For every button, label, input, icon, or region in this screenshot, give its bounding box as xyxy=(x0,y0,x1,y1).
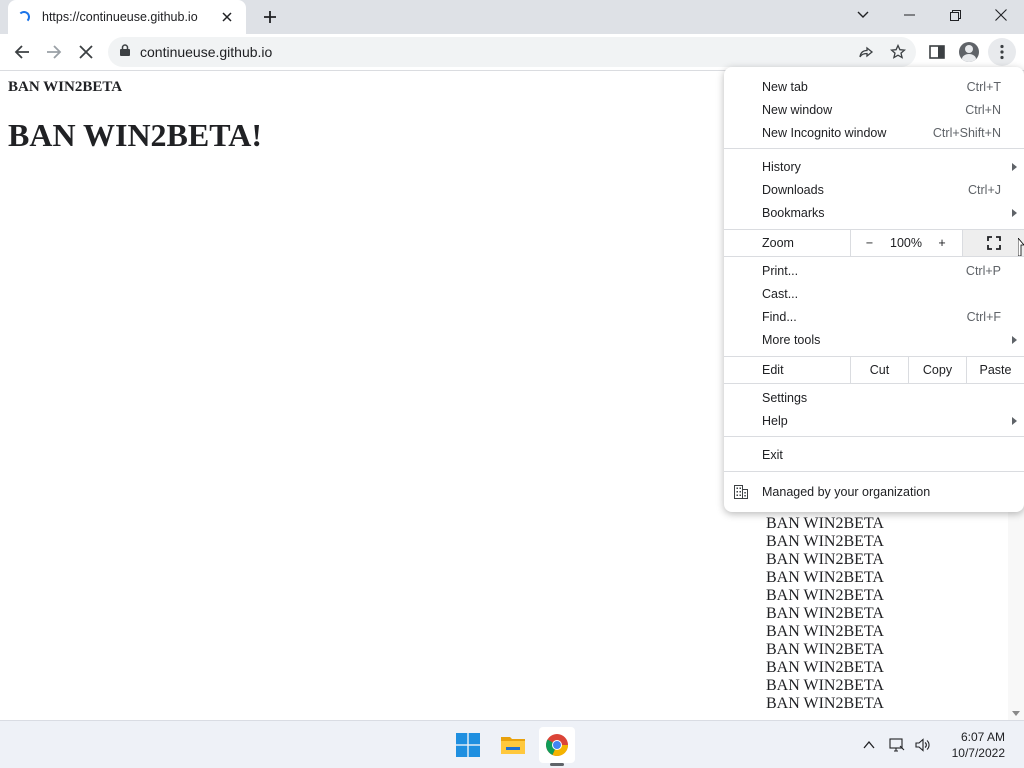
cut-button[interactable]: Cut xyxy=(850,357,908,383)
submenu-arrow-icon xyxy=(1012,208,1017,217)
share-icon[interactable] xyxy=(852,38,880,66)
new-tab-button[interactable] xyxy=(258,6,282,28)
chrome-icon xyxy=(546,734,568,756)
menu-item-exit[interactable]: Exit xyxy=(724,443,1024,466)
list-item: BAN WIN2BETA xyxy=(766,533,884,550)
menu-separator xyxy=(724,383,1024,384)
tab-search-icon[interactable] xyxy=(840,0,886,30)
menu-item-cast[interactable]: Cast... xyxy=(724,282,1024,305)
bookmark-star-icon[interactable] xyxy=(884,38,912,66)
menu-item-downloads[interactable]: Downloads Ctrl+J xyxy=(724,178,1024,201)
browser-toolbar: continueuse.github.io xyxy=(0,34,1024,71)
system-clock[interactable]: 6:07 AM 10/7/2022 xyxy=(952,729,1005,761)
list-item: BAN WIN2BETA xyxy=(766,641,884,658)
file-explorer-button[interactable] xyxy=(495,727,531,763)
clock-time: 6:07 AM xyxy=(960,730,1005,744)
browser-tab[interactable]: https://continueuse.github.io xyxy=(8,0,246,34)
scroll-down-arrow-icon[interactable] xyxy=(1012,711,1020,716)
tab-title: https://continueuse.github.io xyxy=(42,10,198,24)
zoom-in-button[interactable]: + xyxy=(928,230,956,256)
submenu-arrow-icon xyxy=(1012,162,1017,171)
chrome-menu-button[interactable] xyxy=(988,38,1016,66)
windows-logo-icon xyxy=(456,733,480,757)
fullscreen-button[interactable] xyxy=(962,230,1024,256)
menu-item-history[interactable]: History xyxy=(724,155,1024,178)
repeated-text-list: BAN WIN2BETA BAN WIN2BETA BAN WIN2BETA B… xyxy=(766,497,884,713)
list-item: BAN WIN2BETA xyxy=(766,677,884,694)
mouse-cursor-icon xyxy=(1017,236,1024,261)
menu-row-edit: Edit Cut Copy Paste xyxy=(724,357,1024,383)
menu-item-bookmarks[interactable]: Bookmarks xyxy=(724,201,1024,224)
page-heading-small: BAN WIN2BETA xyxy=(8,79,123,95)
menu-item-managed[interactable]: Managed by your organization xyxy=(724,479,1024,505)
list-item: BAN WIN2BETA xyxy=(766,659,884,676)
menu-separator xyxy=(724,256,1024,257)
stop-loading-button[interactable] xyxy=(72,38,100,66)
submenu-arrow-icon xyxy=(1012,416,1017,425)
menu-row-zoom: Zoom − 100% + xyxy=(724,230,1024,256)
list-item: BAN WIN2BETA xyxy=(766,587,884,604)
submenu-arrow-icon xyxy=(1012,335,1017,344)
list-item: BAN WIN2BETA xyxy=(766,605,884,622)
minimize-button[interactable] xyxy=(886,0,932,30)
start-button[interactable] xyxy=(450,727,486,763)
menu-item-more-tools[interactable]: More tools xyxy=(724,328,1024,351)
url-text: continueuse.github.io xyxy=(140,44,273,60)
building-icon xyxy=(734,485,748,502)
menu-separator xyxy=(724,471,1024,472)
zoom-level: 100% xyxy=(890,236,922,250)
lock-icon[interactable] xyxy=(120,43,130,61)
menu-item-help[interactable]: Help xyxy=(724,409,1024,432)
folder-icon xyxy=(501,737,525,754)
back-button[interactable] xyxy=(8,38,36,66)
menu-item-new-tab[interactable]: New tab Ctrl+T xyxy=(724,75,1024,98)
menu-item-new-window[interactable]: New window Ctrl+N xyxy=(724,98,1024,121)
loading-spinner-icon xyxy=(18,11,30,23)
copy-button[interactable]: Copy xyxy=(908,357,966,383)
network-icon[interactable] xyxy=(886,727,908,763)
list-item: BAN WIN2BETA xyxy=(766,515,884,532)
list-item: BAN WIN2BETA xyxy=(766,551,884,568)
page-heading-big: BAN WIN2BETA! xyxy=(8,117,262,153)
restore-button[interactable] xyxy=(932,0,978,30)
side-panel-icon[interactable] xyxy=(923,38,951,66)
menu-separator xyxy=(724,436,1024,437)
show-hidden-icons-button[interactable] xyxy=(858,727,880,763)
active-app-indicator xyxy=(550,763,564,766)
menu-item-new-incognito[interactable]: New Incognito window Ctrl+Shift+N xyxy=(724,121,1024,144)
list-item: BAN WIN2BETA xyxy=(766,695,884,712)
address-bar[interactable]: continueuse.github.io xyxy=(108,37,916,67)
menu-item-print[interactable]: Print... Ctrl+P xyxy=(724,259,1024,282)
menu-separator xyxy=(724,148,1024,149)
profile-button[interactable] xyxy=(955,38,983,66)
volume-icon[interactable] xyxy=(912,727,934,763)
forward-button[interactable] xyxy=(40,38,68,66)
list-item: BAN WIN2BETA xyxy=(766,623,884,640)
menu-item-settings[interactable]: Settings xyxy=(724,386,1024,409)
paste-button[interactable]: Paste xyxy=(966,357,1024,383)
close-window-button[interactable] xyxy=(978,0,1024,30)
chrome-menu: New tab Ctrl+T New window Ctrl+N New Inc… xyxy=(724,67,1024,512)
tab-close-icon[interactable] xyxy=(218,8,236,26)
avatar xyxy=(959,42,979,62)
fullscreen-icon xyxy=(986,236,1001,250)
clock-date: 10/7/2022 xyxy=(951,746,1005,760)
windows-taskbar: 6:07 AM 10/7/2022 xyxy=(0,720,1024,768)
chevron-up-icon xyxy=(863,741,875,749)
chrome-taskbar-button[interactable] xyxy=(539,727,575,766)
tab-strip: https://continueuse.github.io xyxy=(0,0,1024,34)
list-item: BAN WIN2BETA xyxy=(766,569,884,586)
menu-item-find[interactable]: Find... Ctrl+F xyxy=(724,305,1024,328)
